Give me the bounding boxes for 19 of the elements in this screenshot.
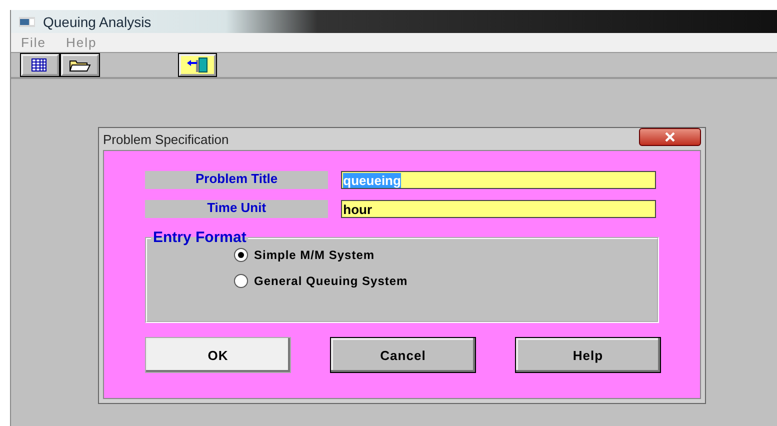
window-title: Queuing Analysis: [43, 14, 152, 30]
field-label: Problem Title: [145, 171, 328, 189]
dialog-button[interactable]: Help: [515, 337, 661, 373]
radio-button[interactable]: [234, 274, 248, 288]
option-label: General Queuing System: [254, 274, 408, 288]
dialog-button[interactable]: Cancel: [330, 337, 476, 373]
field-label: Time Unit: [145, 200, 328, 218]
close-icon: [664, 132, 676, 142]
input-field[interactable]: hour: [341, 200, 656, 218]
close-button[interactable]: [639, 128, 701, 146]
option-label: Simple M/M System: [254, 248, 375, 262]
dialog-title: Problem Specification: [103, 132, 229, 146]
radio-button[interactable]: [234, 248, 248, 262]
exit-door-icon[interactable]: [179, 54, 216, 76]
group-title: Entry Format: [152, 229, 248, 246]
folder-icon[interactable]: [61, 54, 99, 76]
grid-icon[interactable]: [21, 54, 59, 76]
window-icon: [19, 16, 35, 28]
dialog-button[interactable]: OK: [145, 337, 291, 373]
